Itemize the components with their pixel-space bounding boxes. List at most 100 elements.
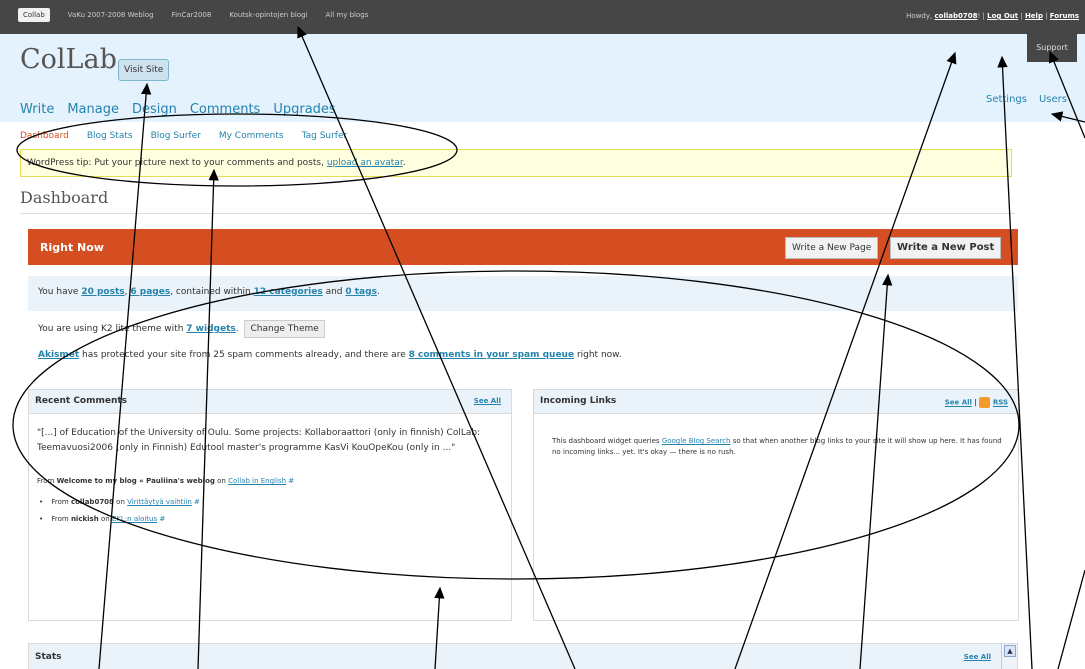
widget-title: Recent Comments: [35, 396, 128, 406]
menu-upgrades[interactable]: Upgrades: [273, 102, 335, 117]
logout-link[interactable]: Log Out: [987, 12, 1018, 20]
write-new-page-button[interactable]: Write a New Page: [785, 237, 879, 259]
forums-link[interactable]: Forums: [1050, 12, 1079, 20]
submenu-tag-surfer[interactable]: Tag Surfer: [302, 131, 348, 141]
list-item: From collab0708 on Virittäytyä vaihtiin …: [39, 498, 200, 506]
menu-users[interactable]: Users: [1039, 94, 1067, 105]
incoming-links-text: This dashboard widget queries Google Blo…: [552, 436, 1012, 458]
write-new-post-button[interactable]: Write a New Post: [890, 237, 1002, 259]
comment-author: nickish: [70, 515, 99, 523]
blog-tab-fincar[interactable]: FinCar2008: [172, 11, 212, 22]
theme-info: You are using K2 lite theme with 7 widge…: [38, 320, 325, 338]
comment-list: From collab0708 on Virittäytyä vaihtiin …: [39, 498, 200, 532]
widget-title: Incoming Links: [540, 396, 617, 406]
submenu-blog-stats[interactable]: Blog Stats: [87, 131, 133, 141]
side-menu: Settings Users: [986, 94, 1067, 105]
rss-link[interactable]: RSS: [993, 399, 1008, 407]
see-all-stats-link[interactable]: See All: [964, 653, 991, 661]
separator: |: [982, 12, 985, 20]
help-link[interactable]: Help: [1025, 12, 1043, 20]
right-now-title: Right Now: [40, 241, 104, 254]
blog-tab-koutsk[interactable]: Koutsk-opintojen blogi: [229, 11, 307, 22]
categories-count-link[interactable]: 12 categories: [254, 287, 323, 297]
admin-header: ColLab Visit Site Write Manage Design Co…: [0, 34, 1085, 122]
tags-count-link[interactable]: 0 tags: [345, 287, 377, 297]
user-links: Howdy, collab0708! | Log Out | Help | Fo…: [906, 12, 1079, 20]
widget-header: Recent Comments See All: [29, 390, 511, 414]
tip-end: .: [402, 158, 406, 168]
menu-settings[interactable]: Settings: [986, 94, 1027, 105]
submenu-blog-surfer[interactable]: Blog Surfer: [151, 131, 201, 141]
menu-comments[interactable]: Comments: [190, 102, 260, 117]
see-all-comments-link[interactable]: See All: [474, 397, 501, 405]
menu-write[interactable]: Write: [20, 102, 54, 117]
tip-text: WordPress tip: Put your picture next to …: [27, 158, 324, 168]
on-label: on: [116, 498, 125, 506]
upload-avatar-link[interactable]: upload an avatar: [327, 158, 403, 168]
separator: |: [1045, 12, 1048, 20]
submenu-dashboard[interactable]: Dashboard: [20, 131, 69, 141]
menu-manage[interactable]: Manage: [67, 102, 119, 117]
site-title: ColLab: [20, 44, 117, 75]
incoming-links-widget: Incoming Links See All | RSS This dashbo…: [533, 389, 1019, 621]
akismet-text: right now.: [574, 350, 622, 360]
comment-excerpt: "[...] of Education of the University of…: [37, 428, 481, 453]
blog-tab-collab[interactable]: Collab: [18, 8, 50, 22]
counts-text: .: [376, 287, 380, 297]
posts-count-link[interactable]: 20 posts: [81, 287, 124, 297]
blog-tab-vaku[interactable]: VaKu 2007-2008 Weblog: [68, 11, 154, 22]
akismet-text: has protected your site from 25 spam com…: [79, 350, 409, 360]
rss-icon[interactable]: [979, 397, 991, 408]
from-label: From: [37, 477, 55, 485]
stats-widget: Stats See All ▲: [28, 643, 1018, 669]
on-label: on: [100, 515, 110, 523]
list-item: From nickish on EKL:n aloitus #: [39, 515, 200, 523]
comment-source: From Welcome to my blog « Pauliina's web…: [37, 477, 294, 485]
from-label: From: [51, 498, 69, 506]
page-title: Dashboard: [20, 188, 109, 207]
counts-text: and: [322, 287, 346, 297]
akismet-link[interactable]: Akismet: [38, 350, 79, 360]
comment-permalink[interactable]: #: [194, 498, 200, 506]
admin-bar: Collab VaKu 2007-2008 Weblog FinCar2008 …: [0, 0, 1085, 34]
scrollbar[interactable]: ▲: [1001, 644, 1017, 669]
widget-header: Incoming Links See All | RSS: [534, 390, 1018, 414]
widget-header: Stats See All ▲: [29, 644, 1017, 669]
links-text: This dashboard widget queries: [552, 437, 662, 445]
comment-permalink[interactable]: #: [288, 477, 294, 485]
right-now-header: Right Now Write a New Page Write a New P…: [28, 229, 1018, 265]
howdy-text: Howdy,: [906, 12, 933, 20]
separator: |: [974, 398, 977, 407]
comment-permalink[interactable]: #: [159, 515, 165, 523]
change-theme-button[interactable]: Change Theme: [244, 320, 325, 338]
blog-tabs: Collab VaKu 2007-2008 Weblog FinCar2008 …: [18, 8, 369, 22]
on-label: on: [217, 477, 226, 485]
widget-title: Stats: [35, 652, 62, 662]
spam-queue-link[interactable]: 8 comments in your spam queue: [409, 350, 574, 360]
google-blog-search-link[interactable]: Google Blog Search: [662, 437, 731, 445]
comment-post-link[interactable]: Virittäytyä vaihtiin: [127, 498, 192, 506]
blog-tab-all-blogs[interactable]: All my blogs: [326, 11, 369, 22]
visit-site-button[interactable]: Visit Site: [118, 59, 170, 81]
comment-post-link[interactable]: EKL:n aloitus: [112, 515, 157, 523]
widgets-count-link[interactable]: 7 widgets: [186, 324, 235, 334]
akismet-info: Akismet has protected your site from 25 …: [38, 350, 622, 360]
annotation-arrow: [1057, 569, 1085, 669]
heading-divider: [20, 213, 1015, 214]
comment-author: collab0708: [70, 498, 114, 506]
widget-links: See All | RSS: [945, 397, 1008, 408]
submenu-my-comments[interactable]: My Comments: [219, 131, 284, 141]
menu-design[interactable]: Design: [132, 102, 177, 117]
separator: |: [1020, 12, 1023, 20]
theme-text: You are using K2 lite theme with: [38, 324, 187, 334]
see-all-links-link[interactable]: See All: [945, 399, 972, 407]
support-button[interactable]: Support: [1027, 34, 1077, 62]
wordpress-tip: WordPress tip: Put your picture next to …: [20, 149, 1012, 177]
scroll-up-arrow-icon[interactable]: ▲: [1004, 645, 1016, 657]
right-now-counts: You have 20 posts, 6 pages, contained wi…: [28, 276, 1018, 311]
exclaim-text: !: [977, 12, 981, 20]
counts-text: , contained within: [170, 287, 254, 297]
pages-count-link[interactable]: 6 pages: [130, 287, 170, 297]
collab-english-link[interactable]: Collab in English: [228, 477, 286, 485]
username-link[interactable]: collab0708: [934, 12, 977, 20]
